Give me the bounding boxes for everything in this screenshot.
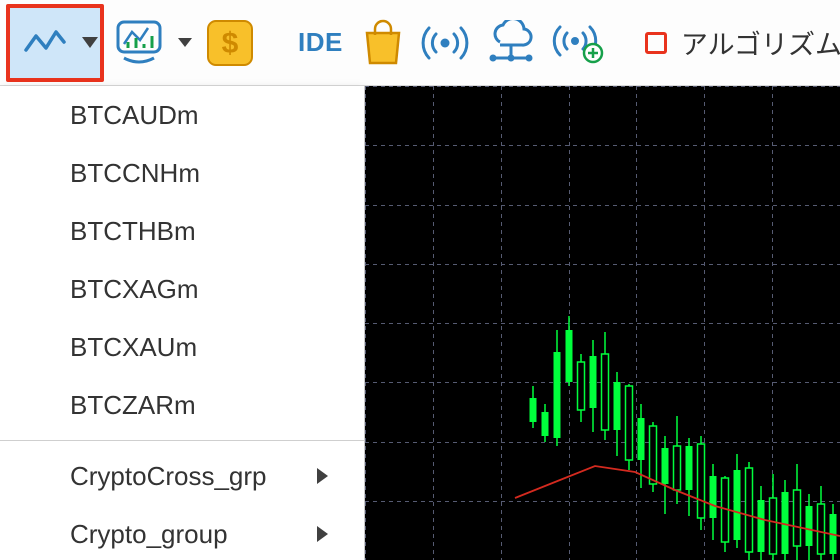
chart-style-button[interactable] — [110, 10, 196, 76]
algo-trading-label: アルゴリズム取 — [681, 23, 840, 62]
menu-item[interactable]: BTCXAUm — [0, 318, 364, 376]
menu-item[interactable]: BTCZARm — [0, 376, 364, 434]
stop-square-icon — [645, 32, 667, 54]
menu-item-label: BTCCNHm — [70, 158, 200, 189]
broadcast-icon — [419, 23, 471, 63]
menu-item[interactable]: BTCTHBm — [0, 202, 364, 260]
chevron-down-icon — [82, 37, 98, 48]
new-chart-button[interactable] — [6, 4, 104, 82]
ide-button[interactable]: IDE — [290, 10, 351, 76]
broadcast-plus-icon — [551, 21, 605, 65]
menu-item-group[interactable]: CryptoCross_grp — [0, 447, 364, 505]
add-signal-button[interactable] — [547, 10, 609, 76]
chart-in-monitor-icon — [114, 18, 164, 68]
dollar-icon: $ — [206, 19, 254, 67]
symbol-dropdown-menu: BTCAUDm BTCCNHm BTCTHBm BTCXAGm BTCXAUm … — [0, 86, 365, 560]
menu-item-label: CryptoCross_grp — [70, 461, 267, 492]
shopping-bag-icon — [361, 19, 405, 67]
menu-item-label: BTCXAUm — [70, 332, 197, 363]
svg-text:$: $ — [222, 27, 239, 60]
menu-item-label: BTCAUDm — [70, 100, 199, 131]
menu-item-label: BTCZARm — [70, 390, 196, 421]
vps-button[interactable] — [481, 10, 541, 76]
menu-item-group[interactable]: Crypto_group — [0, 505, 364, 560]
line-chart-icon — [16, 14, 74, 72]
chevron-down-icon — [178, 38, 192, 47]
menu-item[interactable]: BTCAUDm — [0, 86, 364, 144]
menu-item[interactable]: BTCXAGm — [0, 260, 364, 318]
menu-item-label: BTCXAGm — [70, 274, 199, 305]
menu-separator — [0, 440, 364, 441]
currency-button[interactable]: $ — [202, 10, 258, 76]
chevron-right-icon — [317, 468, 328, 484]
price-chart[interactable] — [365, 86, 840, 560]
menu-item-label: BTCTHBm — [70, 216, 196, 247]
menu-item-label: Crypto_group — [70, 519, 228, 550]
chevron-right-icon — [317, 526, 328, 542]
algo-trading-button[interactable]: アルゴリズム取 — [641, 23, 840, 62]
ide-label: IDE — [298, 27, 343, 58]
menu-item[interactable]: BTCCNHm — [0, 144, 364, 202]
signals-button[interactable] — [415, 10, 475, 76]
toolbar: $ IDE — [0, 0, 840, 86]
cloud-network-icon — [485, 20, 537, 66]
marketplace-button[interactable] — [357, 10, 409, 76]
